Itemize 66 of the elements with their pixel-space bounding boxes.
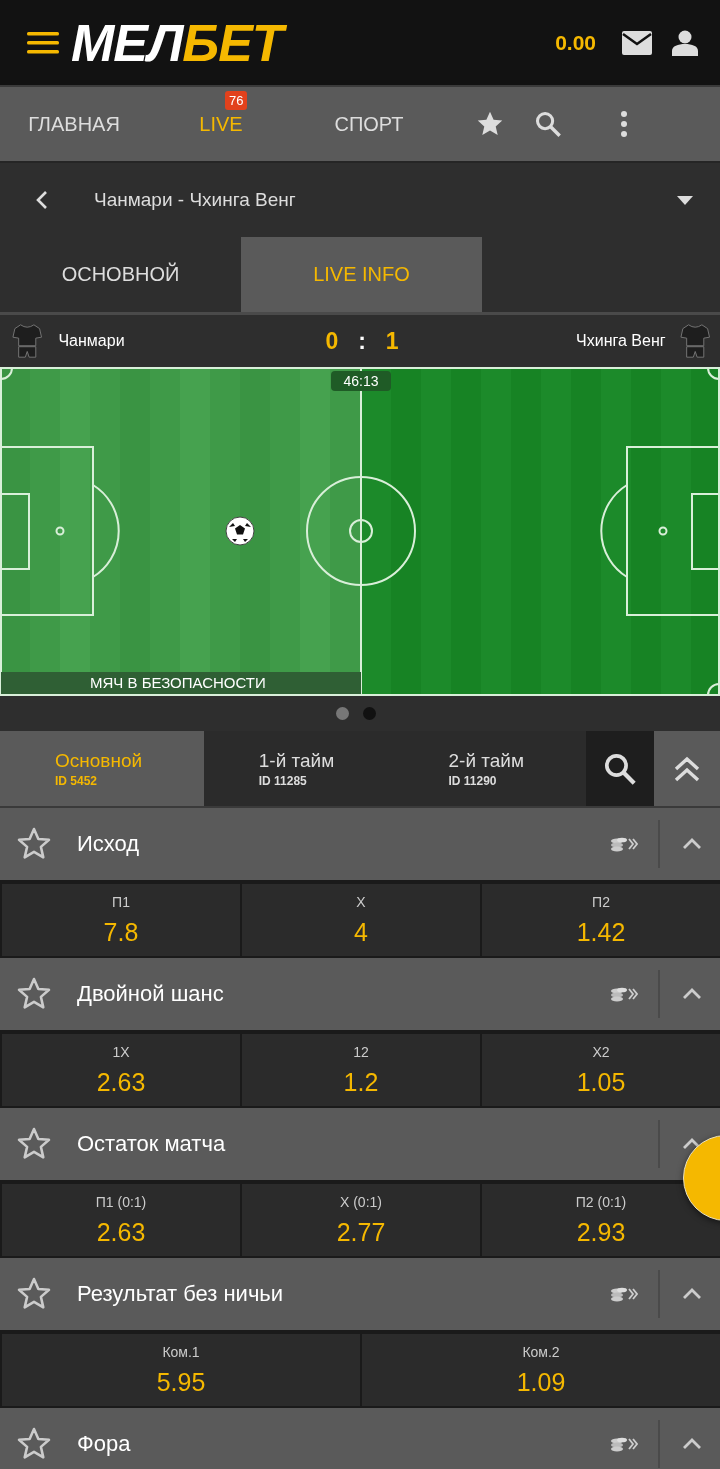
star-icon[interactable]	[16, 1276, 52, 1312]
market-title: Остаток матча	[77, 1131, 227, 1157]
odds-button[interactable]: П2 (0:1) 2.93	[482, 1184, 720, 1256]
double-chevron-up-icon	[674, 755, 701, 782]
chevron-up-icon[interactable]	[682, 1438, 702, 1450]
market-header[interactable]: Исход	[0, 808, 720, 882]
away-team: Чхинга Венг	[575, 332, 666, 350]
chevron-up-icon[interactable]	[682, 1288, 702, 1300]
market-header[interactable]: Результат без ничьи	[0, 1258, 720, 1332]
back-icon[interactable]	[36, 190, 48, 210]
star-icon[interactable]	[16, 1126, 52, 1162]
chevron-up-icon[interactable]	[682, 988, 702, 1000]
market-title: Двойной шанс	[77, 981, 225, 1007]
nav-tab[interactable]: СПОРТ	[294, 87, 444, 161]
menu-icon[interactable]	[27, 30, 59, 55]
star-icon[interactable]	[16, 976, 52, 1012]
market-title: Результат без ничьи	[77, 1281, 285, 1307]
balance: 0.00	[555, 30, 596, 55]
carousel-dot[interactable]	[336, 707, 349, 720]
more-icon[interactable]	[620, 110, 628, 138]
coin-stack-icon[interactable]	[610, 1286, 638, 1302]
mail-icon[interactable]	[622, 30, 652, 55]
nav-tab[interactable]: ГЛАВНАЯ	[0, 87, 148, 161]
search-icon	[603, 751, 638, 786]
search-icon[interactable]	[534, 110, 562, 138]
star-icon[interactable]	[476, 110, 504, 138]
market-header[interactable]: Остаток матча	[0, 1108, 720, 1182]
away-score: 1	[385, 327, 399, 355]
odds-button[interactable]: Ком.2 1.09	[362, 1334, 720, 1406]
count-badge: 76	[225, 91, 248, 110]
odds-button[interactable]: X 4	[242, 884, 480, 956]
odds-button[interactable]: П2 1.42	[482, 884, 720, 956]
odds-button[interactable]: Ком.1 5.95	[2, 1334, 360, 1406]
home-score: 0	[325, 327, 339, 355]
odds-button[interactable]: 12 1.2	[242, 1034, 480, 1106]
odds-button[interactable]: X2 1.05	[482, 1034, 720, 1106]
market-tab[interactable]: Основной ID 5452	[0, 731, 204, 806]
coin-stack-icon[interactable]	[610, 1436, 638, 1452]
chevron-up-icon[interactable]	[682, 838, 702, 850]
dropdown-icon[interactable]	[677, 195, 693, 205]
coin-stack-icon[interactable]	[610, 836, 638, 852]
match-timer: 46:13	[331, 371, 391, 391]
shirt-icon	[679, 323, 710, 359]
odds-button[interactable]: П1 7.8	[2, 884, 240, 956]
shirt-icon	[12, 323, 43, 359]
market-header[interactable]: Двойной шанс	[0, 958, 720, 1032]
search-button[interactable]	[586, 731, 655, 806]
market-title: Фора	[77, 1431, 132, 1457]
star-icon[interactable]	[16, 826, 52, 862]
home-team: Чанмари	[58, 332, 126, 350]
star-icon[interactable]	[16, 1426, 52, 1462]
market-header[interactable]: Фора	[0, 1408, 720, 1469]
match-status: МЯЧ В БЕЗОПАСНОСТИ	[1, 672, 361, 694]
coin-stack-icon[interactable]	[610, 986, 638, 1002]
score-separator: :	[358, 327, 366, 355]
match-title: Чанмари - Чхинга Венг	[94, 189, 297, 211]
market-title: Исход	[77, 831, 141, 857]
view-tab[interactable]: ОСНОВНОЙ	[0, 237, 241, 312]
odds-button[interactable]: 1X 2.63	[2, 1034, 240, 1106]
user-icon[interactable]	[672, 29, 698, 56]
view-tab[interactable]: LIVE INFO	[241, 237, 482, 312]
carousel-dot[interactable]	[363, 707, 376, 720]
collapse-all-button[interactable]	[654, 731, 720, 806]
nav-tab[interactable]: LIVE 76	[148, 87, 294, 161]
odds-button[interactable]: X (0:1) 2.77	[242, 1184, 480, 1256]
odds-button[interactable]: П1 (0:1) 2.63	[2, 1184, 240, 1256]
